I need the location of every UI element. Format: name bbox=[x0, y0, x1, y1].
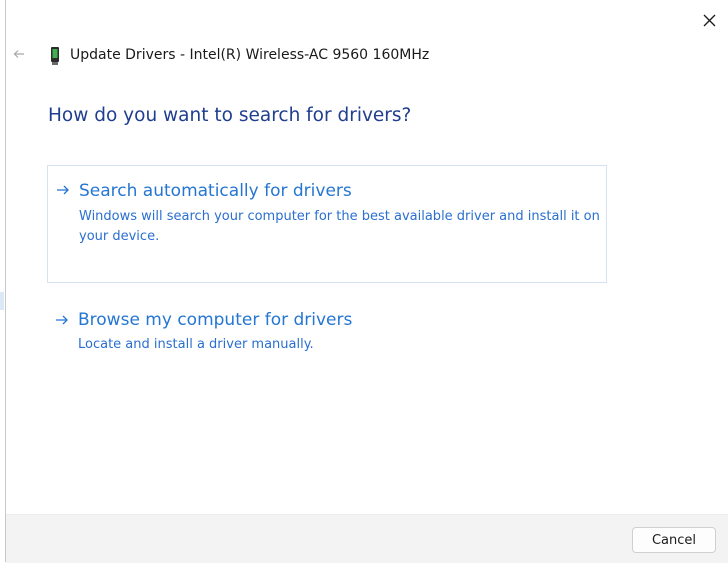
option-title: Search automatically for drivers bbox=[79, 181, 352, 201]
option-description: Locate and install a driver manually. bbox=[78, 337, 314, 352]
window-title: Update Drivers - Intel(R) Wireless-AC 95… bbox=[70, 47, 430, 63]
arrow-right-icon bbox=[57, 185, 69, 195]
option-title: Browse my computer for drivers bbox=[78, 310, 353, 330]
option-description: Windows will search your computer for th… bbox=[79, 209, 600, 244]
dialog-footer: Cancel bbox=[6, 514, 728, 563]
page-heading: How do you want to search for drivers? bbox=[48, 105, 412, 126]
background-selection bbox=[0, 292, 4, 310]
arrow-right-icon bbox=[56, 315, 68, 325]
close-icon bbox=[703, 14, 715, 26]
close-button[interactable] bbox=[698, 9, 720, 31]
cancel-button[interactable]: Cancel bbox=[632, 527, 716, 553]
back-arrow-icon bbox=[13, 50, 24, 58]
update-drivers-dialog: Update Drivers - Intel(R) Wireless-AC 95… bbox=[6, 0, 728, 563]
back-button[interactable] bbox=[11, 46, 27, 62]
browse-computer-option[interactable]: Browse my computer for drivers Locate an… bbox=[47, 298, 607, 368]
network-adapter-icon bbox=[51, 47, 59, 65]
search-automatically-option[interactable]: Search automatically for drivers Windows… bbox=[47, 165, 607, 283]
